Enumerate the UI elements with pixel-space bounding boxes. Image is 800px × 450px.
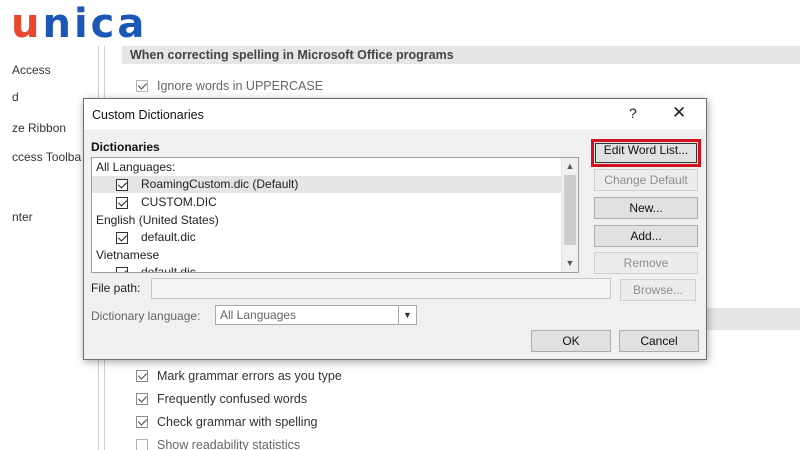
file-path-label: File path:: [91, 281, 141, 295]
list-item-label: default.dic: [141, 230, 196, 244]
nav-item-customize-ribbon[interactable]: ze Ribbon: [12, 121, 66, 135]
checkbox-icon[interactable]: [136, 416, 148, 428]
unica-logo: unica: [11, 4, 147, 44]
browse-button[interactable]: Browse...: [620, 279, 696, 301]
new-button[interactable]: New...: [594, 197, 698, 219]
list-item[interactable]: RoamingCustom.dic (Default): [92, 176, 562, 193]
edit-word-list-button[interactable]: Edit Word List...: [591, 139, 701, 167]
close-icon[interactable]: ✕: [672, 103, 686, 123]
checkbox-icon[interactable]: [136, 393, 148, 405]
option-label: Frequently confused words: [157, 392, 308, 406]
chevron-down-icon[interactable]: ▼: [398, 306, 416, 324]
dictionaries-list[interactable]: All Languages: RoamingCustom.dic (Defaul…: [91, 157, 579, 273]
checkbox-icon[interactable]: [136, 439, 148, 450]
list-item-label: RoamingCustom.dic (Default): [141, 177, 299, 191]
option-check-grammar[interactable]: Check grammar with spelling: [136, 415, 317, 429]
list-group-header: English (United States): [96, 213, 219, 227]
section-heading-grammar: [706, 308, 800, 330]
scroll-down-icon[interactable]: ▼: [562, 255, 578, 272]
checkbox-icon[interactable]: [136, 80, 148, 92]
option-ignore-uppercase[interactable]: Ignore words in UPPERCASE: [136, 79, 323, 93]
list-item[interactable]: default.dic: [92, 264, 562, 273]
nav-item-d[interactable]: d: [12, 90, 19, 104]
option-label: Mark grammar errors as you type: [157, 369, 342, 383]
logo-letter-u: u: [11, 1, 43, 47]
list-scrollbar[interactable]: ▲ ▼: [561, 158, 578, 272]
option-mark-grammar-errors[interactable]: Mark grammar errors as you type: [136, 369, 342, 383]
file-path-field[interactable]: [151, 278, 611, 299]
nav-item-access[interactable]: Access: [12, 63, 51, 77]
list-group-header: All Languages:: [96, 160, 176, 174]
dialog-titlebar: Custom Dictionaries ? ✕: [84, 99, 706, 129]
list-item-label: CUSTOM.DIC: [141, 195, 217, 209]
dictionaries-label: Dictionaries: [91, 140, 160, 154]
custom-dictionaries-dialog: Custom Dictionaries ? ✕ Dictionaries All…: [83, 98, 707, 360]
scroll-thumb[interactable]: [564, 175, 576, 245]
cancel-button[interactable]: Cancel: [619, 330, 699, 352]
checkbox-icon[interactable]: [116, 196, 128, 209]
change-default-button[interactable]: Change Default: [594, 169, 698, 191]
option-label: Check grammar with spelling: [157, 415, 318, 429]
logo-letters: nica: [42, 1, 148, 47]
dictionary-language-label: Dictionary language:: [91, 309, 201, 323]
dictionary-language-select[interactable]: All Languages ▼: [215, 305, 417, 325]
dialog-title: Custom Dictionaries: [92, 108, 204, 122]
ok-button[interactable]: OK: [531, 330, 611, 352]
checkbox-icon[interactable]: [136, 370, 148, 382]
scroll-up-icon[interactable]: ▲: [562, 158, 578, 175]
section-heading-spelling: When correcting spelling in Microsoft Of…: [122, 46, 800, 64]
checkbox-icon[interactable]: [116, 178, 128, 191]
nav-item-quick-access-toolbar[interactable]: ccess Toolba: [12, 150, 81, 164]
dictionary-language-value: All Languages: [220, 308, 297, 322]
option-label: Show readability statistics: [157, 438, 301, 450]
list-group-header: Vietnamese: [96, 248, 160, 262]
list-item[interactable]: default.dic: [92, 229, 562, 246]
remove-button[interactable]: Remove: [594, 252, 698, 274]
checkbox-icon[interactable]: [116, 266, 128, 272]
list-item-label: default.dic: [141, 265, 196, 273]
help-icon[interactable]: ?: [629, 105, 637, 121]
option-readability-statistics[interactable]: Show readability statistics: [136, 438, 300, 450]
option-label: Ignore words in UPPERCASE: [157, 79, 324, 93]
option-frequently-confused-words[interactable]: Frequently confused words: [136, 392, 307, 406]
nav-item-trust-center[interactable]: nter: [12, 210, 33, 224]
checkbox-icon[interactable]: [116, 231, 128, 244]
list-item[interactable]: CUSTOM.DIC: [92, 194, 562, 211]
add-button[interactable]: Add...: [594, 225, 698, 247]
